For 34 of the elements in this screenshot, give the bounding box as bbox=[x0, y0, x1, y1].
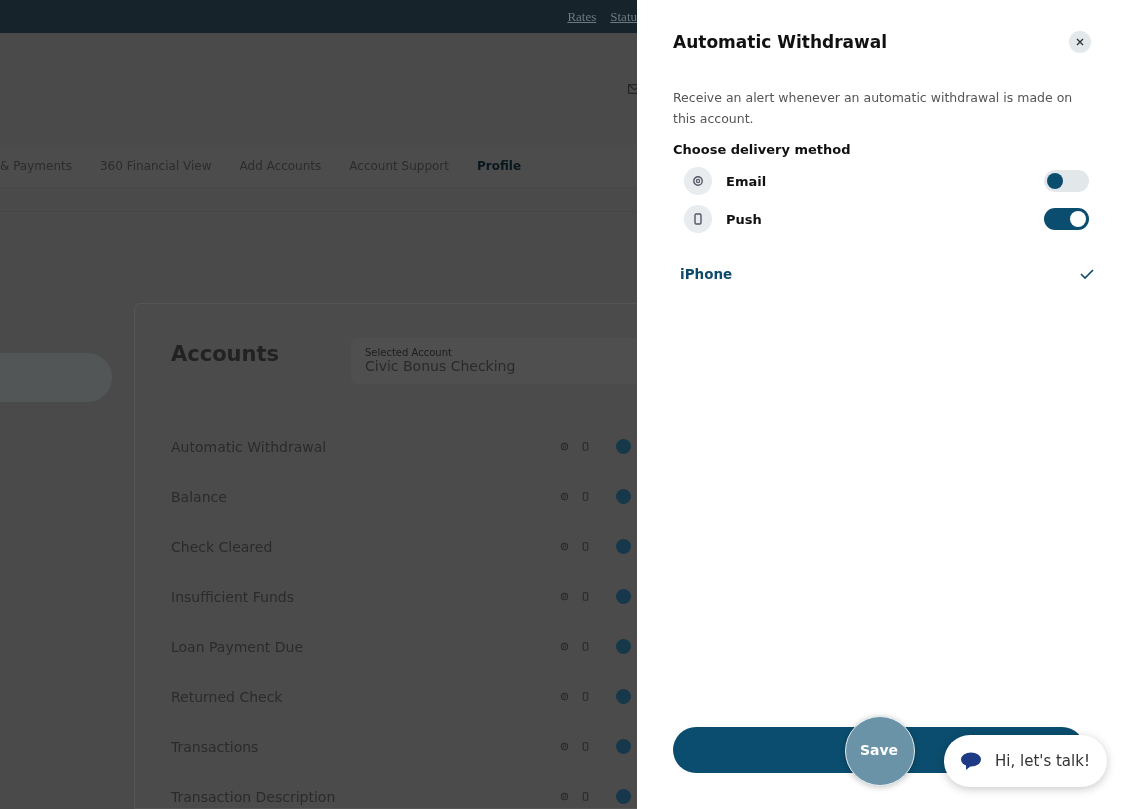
toggle-knob[interactable] bbox=[616, 789, 631, 804]
toggle-knob[interactable] bbox=[616, 589, 631, 604]
toggle-knob[interactable] bbox=[616, 439, 631, 454]
close-button[interactable] bbox=[1069, 31, 1091, 53]
panel-title: Automatic Withdrawal bbox=[673, 32, 888, 52]
phone-icon bbox=[581, 592, 590, 601]
toggle-knob[interactable] bbox=[616, 539, 631, 554]
phone-icon bbox=[581, 692, 590, 701]
nav-tab[interactable]: Profile bbox=[477, 159, 522, 173]
panel-description: Receive an alert whenever an automatic withdrawal is made on this account. bbox=[673, 89, 1074, 128]
device-option[interactable]: iPhone bbox=[680, 266, 733, 282]
chat-tooltip[interactable]: Hi, let's talk! bbox=[944, 735, 1107, 787]
toggle-knob[interactable] bbox=[616, 639, 631, 654]
toggle-knob[interactable] bbox=[616, 689, 631, 704]
phone-icon bbox=[581, 792, 590, 801]
method-label: Email bbox=[726, 173, 768, 189]
phone-icon bbox=[581, 492, 590, 501]
phone-icon bbox=[581, 442, 590, 451]
top-link[interactable]: Rates bbox=[567, 8, 597, 25]
section-heading: Choose delivery method bbox=[673, 142, 852, 157]
envelope-icon bbox=[627, 83, 637, 95]
close-icon bbox=[1076, 38, 1084, 46]
phone-icon bbox=[581, 642, 590, 651]
speech-bubble-icon bbox=[961, 752, 981, 770]
phone-icon bbox=[692, 213, 704, 225]
phone-icon bbox=[581, 742, 590, 751]
check-icon bbox=[1080, 268, 1094, 280]
toggle-knob[interactable] bbox=[616, 489, 631, 504]
toggle-switch[interactable] bbox=[1044, 208, 1089, 230]
top-link[interactable]: Statu bbox=[610, 8, 637, 25]
phone-icon bbox=[581, 542, 590, 551]
method-label: Push bbox=[726, 211, 763, 227]
toggle-knob[interactable] bbox=[616, 739, 631, 754]
toggle-switch[interactable] bbox=[1044, 170, 1089, 192]
